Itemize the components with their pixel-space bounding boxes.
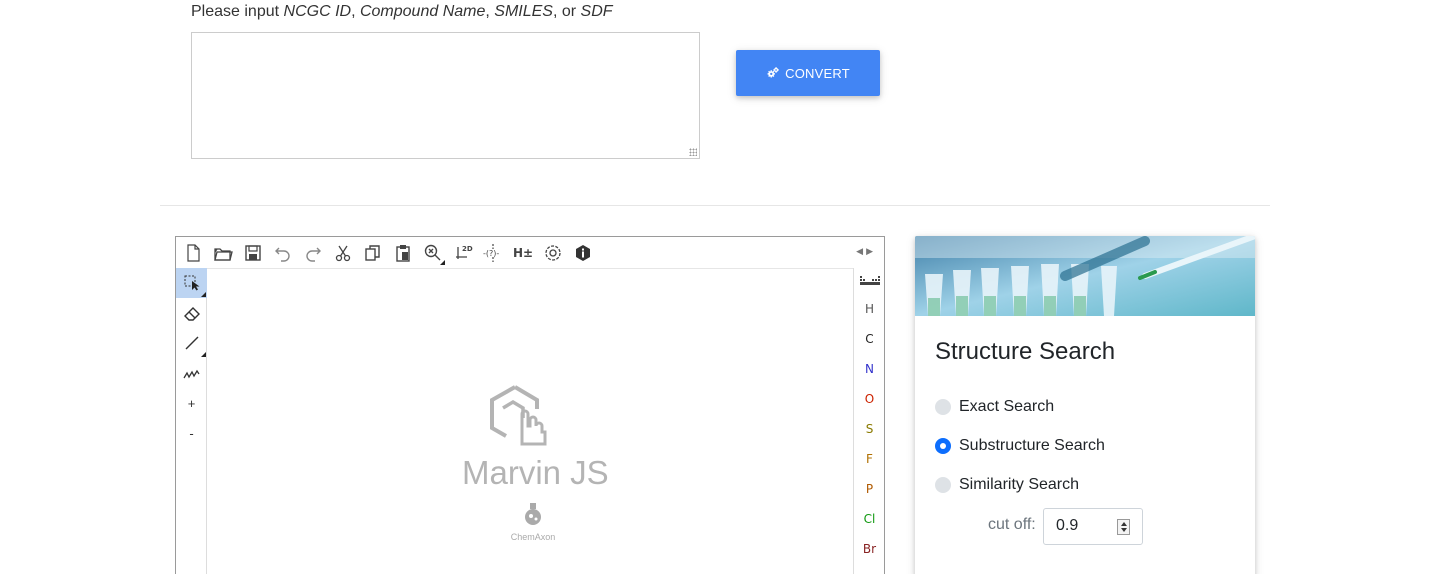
atom-button-s[interactable]: S <box>854 414 885 444</box>
marvin-toolbar: 2D -(?)- H± ◀▶ <box>176 237 884 268</box>
query-bond-icon[interactable]: -(?)- <box>480 240 506 266</box>
undo-icon[interactable] <box>270 240 296 266</box>
atom-button-br[interactable]: Br <box>854 534 885 564</box>
prompt-smiles: SMILES <box>494 3 553 20</box>
svg-text:2D: 2D <box>462 245 473 253</box>
substructure-search-option[interactable]: Substructure Search <box>935 437 1105 455</box>
atom-button-f[interactable]: F <box>854 444 885 474</box>
clean-2d-icon[interactable]: 2D <box>450 240 476 266</box>
similarity-search-radio[interactable] <box>935 477 951 493</box>
submenu-indicator <box>440 259 445 265</box>
redo-icon[interactable] <box>300 240 326 266</box>
atom-button-n[interactable]: N <box>854 354 885 384</box>
chemaxon-logo: ChemAxon <box>505 502 561 542</box>
prompt-sdf: SDF <box>580 3 613 20</box>
atom-button-h[interactable]: H <box>854 294 885 324</box>
drawing-canvas[interactable]: Marvin JS ChemAxon <box>207 268 853 574</box>
hydrogens-icon[interactable]: H± <box>510 240 536 266</box>
convert-button[interactable]: CONVERT <box>736 50 880 96</box>
save-icon[interactable] <box>240 240 266 266</box>
similarity-search-option[interactable]: Similarity Search <box>935 476 1079 494</box>
prompt-compound: Compound Name <box>359 3 486 20</box>
plus-label: + <box>187 395 196 411</box>
single-bond-icon[interactable] <box>176 328 207 358</box>
settings-icon[interactable] <box>540 240 566 266</box>
decrease-charge-button[interactable]: - <box>176 418 207 448</box>
marvin-logo-text: Marvin JS <box>462 454 609 491</box>
cut-icon[interactable] <box>330 240 356 266</box>
atom-list: H C N O S F P Cl Br <box>854 294 884 564</box>
cutoff-value: 0.9 <box>1056 517 1079 534</box>
zoom-icon[interactable] <box>420 240 446 266</box>
marvin-atom-toolbar: H C N O S F P Cl Br <box>853 268 884 574</box>
selection-icon[interactable] <box>176 268 207 298</box>
exact-search-radio[interactable] <box>935 399 951 415</box>
new-document-icon[interactable] <box>180 240 206 266</box>
exact-search-label[interactable]: Exact Search <box>959 398 1054 416</box>
prompt-sep: , <box>485 3 495 20</box>
structure-search-card: Structure Search Exact Search Substructu… <box>915 236 1255 574</box>
gears-icon <box>767 67 779 78</box>
substructure-search-label[interactable]: Substructure Search <box>959 437 1105 455</box>
resize-grip-icon[interactable] <box>689 148 697 156</box>
substructure-search-radio[interactable] <box>935 438 951 454</box>
submenu-indicator <box>201 292 206 297</box>
open-folder-icon[interactable] <box>210 240 236 266</box>
prompt-sep: , <box>351 3 360 20</box>
cutoff-stepper[interactable] <box>1117 519 1130 535</box>
marvin-editor[interactable]: 2D -(?)- H± ◀▶ + - Marvin JS ChemAxon H … <box>175 236 885 574</box>
input-prompt: Please input NCGC ID, Compound Name, SMI… <box>191 3 613 21</box>
structure-search-title: Structure Search <box>935 338 1116 365</box>
lab-banner-image <box>915 236 1255 316</box>
paste-icon[interactable] <box>390 240 416 266</box>
atom-button-o[interactable]: O <box>854 384 885 414</box>
prompt-sep: , or <box>552 3 581 20</box>
compound-input[interactable] <box>191 32 700 159</box>
convert-label: CONVERT <box>785 65 850 81</box>
chain-icon[interactable] <box>176 358 207 388</box>
hydrogens-label: H± <box>512 245 534 260</box>
info-icon[interactable] <box>570 240 596 266</box>
cutoff-input[interactable]: 0.9 <box>1043 508 1143 545</box>
marvin-logo-icon <box>460 384 570 455</box>
flask-icon <box>525 503 541 525</box>
marvin-left-toolbar: + - <box>176 268 207 574</box>
similarity-search-label[interactable]: Similarity Search <box>959 476 1079 494</box>
prompt-ncgc: NCGC ID <box>283 3 352 20</box>
increase-charge-button[interactable]: + <box>176 388 207 418</box>
eraser-icon[interactable] <box>176 298 207 328</box>
page: Please input NCGC ID, Compound Name, SMI… <box>0 0 1432 574</box>
atom-button-cl[interactable]: Cl <box>854 504 885 534</box>
atom-button-p[interactable]: P <box>854 474 885 504</box>
exact-search-option[interactable]: Exact Search <box>935 398 1054 416</box>
minus-label: - <box>189 425 194 441</box>
chemaxon-text: ChemAxon <box>510 532 556 542</box>
copy-icon[interactable] <box>360 240 386 266</box>
svg-text:-(?)-: -(?)- <box>483 249 499 258</box>
periodic-table-icon[interactable] <box>854 268 885 294</box>
submenu-indicator <box>201 352 206 357</box>
prompt-prefix: Please input <box>191 3 284 20</box>
cutoff-label: cut off: <box>988 516 1036 533</box>
collapse-toolbar-icon[interactable]: ◀▶ <box>856 246 876 257</box>
section-divider <box>160 205 1270 206</box>
atom-button-c[interactable]: C <box>854 324 885 354</box>
